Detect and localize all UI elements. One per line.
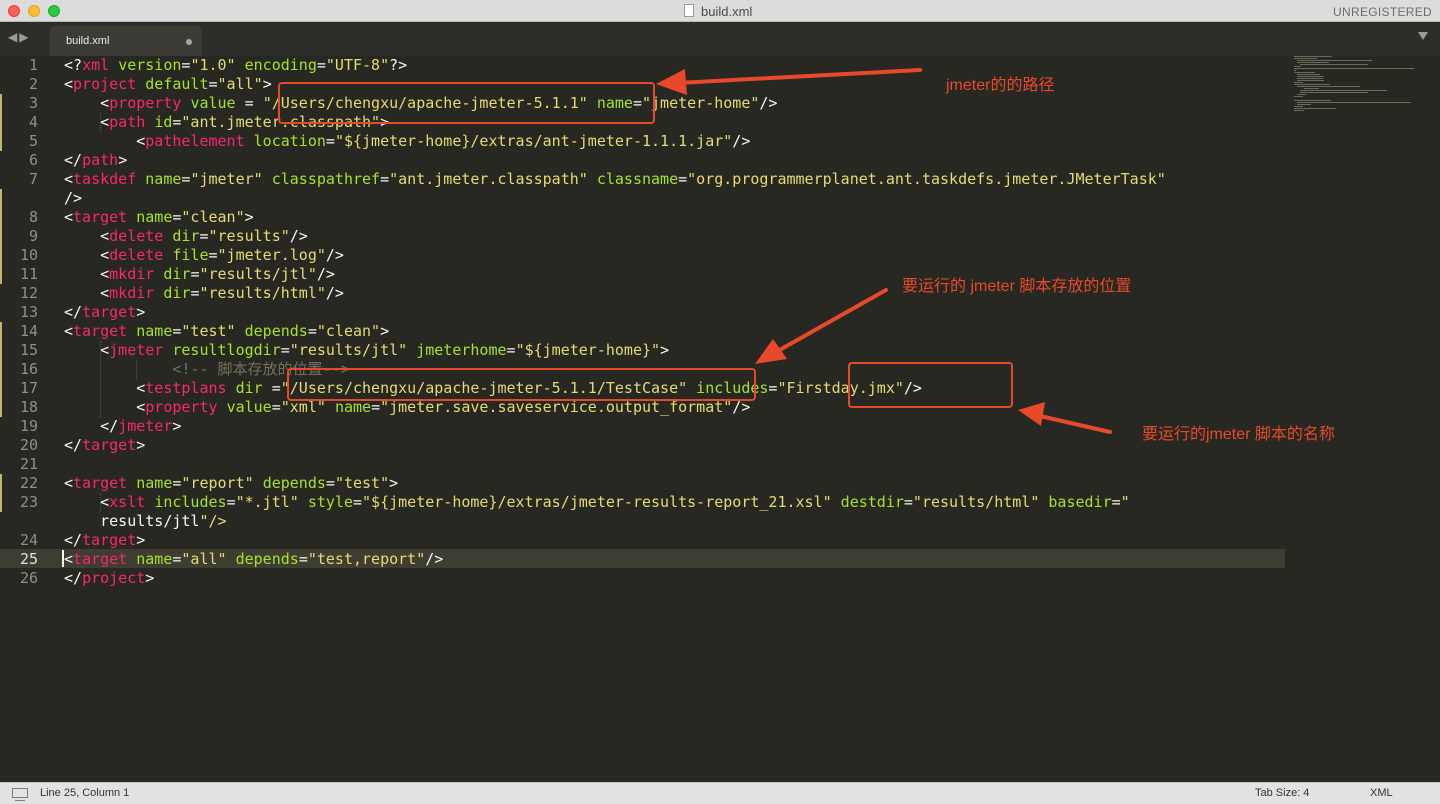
console-icon[interactable] xyxy=(12,788,28,801)
minimap-line xyxy=(1294,66,1301,67)
code-line[interactable]: <target name="report" depends="test"> xyxy=(64,474,398,493)
annotation-arrows xyxy=(656,68,1112,434)
minimap-line xyxy=(1294,58,1317,59)
indent-guide xyxy=(100,493,101,512)
code-line[interactable]: </target> xyxy=(64,531,145,550)
syntax-selector[interactable]: XML xyxy=(1370,787,1393,799)
title-bar: build.xml UNREGISTERED xyxy=(0,0,1440,22)
window-title: build.xml xyxy=(701,4,753,19)
code-line[interactable]: <xslt includes="*.jtl" style="${jmeter-h… xyxy=(64,493,1130,512)
tab-bar: ◀▶ build.xml xyxy=(0,22,1440,56)
status-bar: Line 25, Column 1 Tab Size: 4 XML xyxy=(0,782,1440,804)
minimap-line xyxy=(1294,70,1296,71)
text-caret xyxy=(62,550,64,567)
minimap-line xyxy=(1297,74,1321,75)
minimap-line xyxy=(1300,90,1388,91)
cursor-position: Line 25, Column 1 xyxy=(40,787,130,799)
minimap-line xyxy=(1294,100,1331,101)
unsaved-dot-icon[interactable] xyxy=(186,39,192,45)
minimap-line xyxy=(1294,96,1303,97)
tab-menu-icon[interactable] xyxy=(1418,32,1428,40)
code-line[interactable]: <target name="all" depends="test,report"… xyxy=(64,550,443,569)
minimap-line xyxy=(1303,88,1319,89)
document-icon xyxy=(684,4,694,17)
minimap-line xyxy=(1297,86,1361,87)
tab-label: build.xml xyxy=(66,35,110,47)
arrow-to-jmeter-path xyxy=(656,68,922,95)
minimap-line xyxy=(1297,60,1373,61)
tab-build-xml[interactable]: build.xml xyxy=(50,26,202,56)
minimap-line xyxy=(1294,84,1330,85)
chevron-left-icon[interactable]: ◀ xyxy=(8,30,19,44)
code-line[interactable]: </project> xyxy=(64,569,154,588)
minimap-line xyxy=(1294,82,1303,83)
minimap[interactable] xyxy=(1294,56,1430,136)
minimap-line xyxy=(1297,80,1325,81)
zoom-window-button[interactable] xyxy=(48,5,60,17)
tab-size-selector[interactable]: Tab Size: 4 xyxy=(1255,787,1309,799)
minimap-line xyxy=(1297,104,1312,105)
minimap-line xyxy=(1294,72,1315,73)
arrow-to-script-name xyxy=(1018,402,1112,434)
minimap-line xyxy=(1300,92,1369,93)
minimap-line xyxy=(1294,110,1304,111)
arrow-to-script-location xyxy=(755,288,888,364)
code-line[interactable]: results/jtl"/> xyxy=(64,512,226,531)
registration-label: UNREGISTERED xyxy=(1333,5,1432,19)
minimap-line xyxy=(1294,108,1336,109)
minimap-line xyxy=(1294,56,1332,57)
minimap-line xyxy=(1297,94,1307,95)
minimap-line xyxy=(1297,78,1324,79)
chevron-right-icon[interactable]: ▶ xyxy=(19,30,30,44)
minimap-line xyxy=(1300,64,1369,65)
minimize-window-button[interactable] xyxy=(28,5,40,17)
minimap-line xyxy=(1294,68,1414,69)
close-window-button[interactable] xyxy=(8,5,20,17)
minimap-line xyxy=(1297,76,1325,77)
minimap-line xyxy=(1297,62,1330,63)
minimap-line xyxy=(1297,102,1412,103)
minimap-line xyxy=(1294,106,1303,107)
editor[interactable]: 1 2 3 4 5 6 7 8 9 10 11 12 13 14 15 16 17 18 19 20 21 22 23 24 2… xyxy=(0,56,1440,782)
tab-nav-arrows[interactable]: ◀▶ xyxy=(8,30,30,44)
